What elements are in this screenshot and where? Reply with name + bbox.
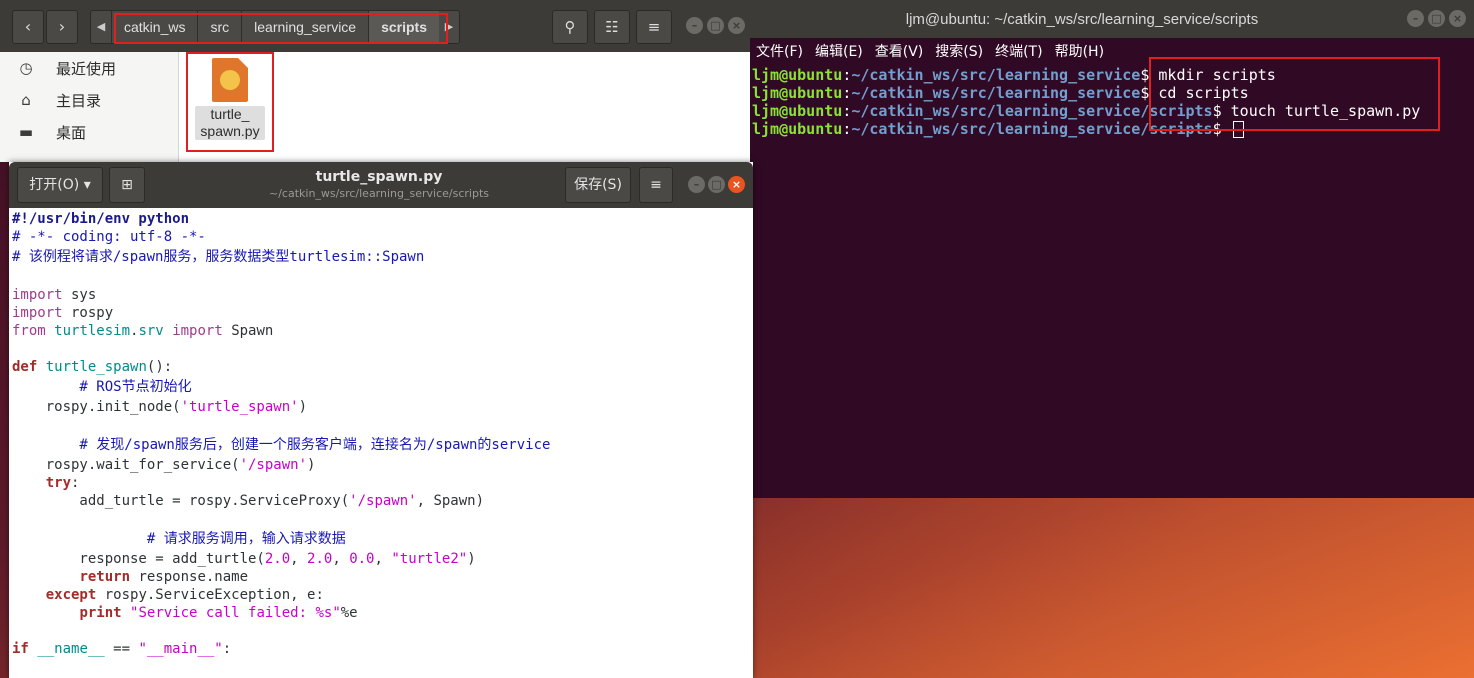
terminal-title: ljm@ubuntu: ~/catkin_ws/src/learning_ser…	[905, 10, 1259, 28]
sidebar-item-desktop[interactable]: ▬ 桌面	[0, 116, 178, 148]
maximize-icon[interactable]: □	[708, 176, 725, 193]
view-toggle-button[interactable]: ☷	[594, 10, 630, 44]
maximize-icon[interactable]: □	[707, 17, 724, 34]
file-manager-sidebar: ◷ 最近使用 ⌂ 主目录 ▬ 桌面	[0, 52, 179, 162]
new-tab-button[interactable]: ⊞	[109, 167, 145, 203]
code-line: # 该例程将请求/spawn服务，服务数据类型turtlesim::Spawn	[12, 249, 425, 265]
code-line: rospy.wait_for_service('/spawn')	[12, 457, 316, 473]
document-title-area: turtle_spawn.py ~/catkin_ws/src/learning…	[249, 169, 509, 200]
minimize-icon[interactable]: –	[688, 176, 705, 193]
close-icon[interactable]: ×	[728, 176, 745, 193]
new-document-icon: ⊞	[121, 177, 133, 193]
file-name-label: turtle_ spawn.py	[195, 106, 265, 140]
minimize-icon[interactable]: –	[686, 17, 703, 34]
search-icon: ⚲	[564, 18, 576, 36]
folder-icon: ▬	[18, 123, 34, 141]
code-line: # 发现/spawn服务后，创建一个服务客户端，连接名为/spawn的servi…	[12, 437, 551, 453]
sidebar-item-recent[interactable]: ◷ 最近使用	[0, 52, 178, 84]
menu-terminal[interactable]: 终端(T)	[995, 41, 1042, 61]
hamburger-icon: ≡	[647, 18, 661, 36]
save-button[interactable]: 保存(S)	[565, 167, 631, 203]
code-line: if __name__ == "__main__":	[12, 641, 232, 657]
chevron-left-icon: ‹	[24, 17, 32, 36]
text-editor-window[interactable]: 打开(O) ▾ ⊞ turtle_spawn.py ~/catkin_ws/sr…	[9, 162, 753, 678]
back-button[interactable]: ‹	[12, 10, 44, 44]
sidebar-item-home[interactable]: ⌂ 主目录	[0, 84, 178, 116]
menu-file[interactable]: 文件(F)	[756, 41, 803, 61]
file-manager-header: ‹ › ◀ catkin_ws src learning_service scr…	[0, 0, 750, 52]
breadcrumb-left-arrow-icon[interactable]: ◀	[91, 11, 111, 43]
minimize-icon[interactable]: –	[1407, 10, 1424, 27]
terminal-titlebar[interactable]: ljm@ubuntu: ~/catkin_ws/src/learning_ser…	[750, 0, 1474, 38]
home-icon: ⌂	[21, 91, 31, 109]
chevron-right-icon: ›	[58, 17, 66, 36]
file-item-turtle-spawn[interactable]: turtle_ spawn.py	[186, 52, 274, 152]
list-view-icon: ☷	[605, 18, 619, 36]
document-title: turtle_spawn.py	[315, 169, 443, 185]
code-line: except rospy.ServiceException, e:	[45, 587, 324, 603]
code-line: # ROS节点初始化	[12, 379, 192, 395]
code-line: return response.name	[79, 569, 249, 585]
code-line: try:	[45, 475, 80, 491]
annotation-highlight-box	[1149, 57, 1440, 131]
close-icon[interactable]: ×	[1449, 10, 1466, 27]
code-line: response = add_turtle(2.0, 2.0, 0.0, "tu…	[12, 551, 476, 567]
menu-edit[interactable]: 编辑(E)	[815, 41, 863, 61]
menu-search[interactable]: 搜索(S)	[935, 41, 983, 61]
clock-icon: ◷	[19, 59, 33, 77]
code-line: add_turtle = rospy.ServiceProxy('/spawn'…	[12, 493, 485, 509]
maximize-icon[interactable]: □	[1428, 10, 1445, 27]
file-manager-window[interactable]: ‹ › ◀ catkin_ws src learning_service scr…	[0, 0, 750, 162]
menu-button[interactable]: ≡	[636, 10, 672, 44]
code-line: #!/usr/bin/env python	[12, 211, 190, 227]
menu-help[interactable]: 帮助(H)	[1055, 41, 1104, 61]
code-line: def turtle_spawn():	[12, 359, 173, 375]
terminal-window[interactable]: ljm@ubuntu: ~/catkin_ws/src/learning_ser…	[750, 0, 1474, 498]
code-line: rospy.init_node('turtle_spawn')	[12, 399, 308, 415]
forward-button[interactable]: ›	[46, 10, 78, 44]
close-icon[interactable]: ×	[728, 17, 745, 34]
code-line: print "Service call failed: %s"%e	[79, 605, 358, 621]
python-file-icon	[212, 58, 248, 102]
open-button[interactable]: 打开(O) ▾	[17, 167, 103, 203]
code-line: import sys	[12, 287, 97, 303]
caret-down-icon: ▾	[83, 177, 91, 193]
text-editor-header: 打开(O) ▾ ⊞ turtle_spawn.py ~/catkin_ws/sr…	[9, 162, 753, 208]
code-line: # -*- coding: utf-8 -*-	[12, 229, 206, 245]
code-editor[interactable]: #!/usr/bin/env python # -*- coding: utf-8…	[9, 208, 753, 658]
menu-button[interactable]: ≡	[639, 167, 673, 203]
code-line: # 请求服务调用，输入请求数据	[12, 531, 346, 547]
annotation-highlight-box	[114, 13, 448, 44]
menu-view[interactable]: 查看(V)	[875, 41, 924, 61]
code-line: import rospy	[12, 305, 114, 321]
hamburger-icon: ≡	[650, 177, 662, 193]
search-button[interactable]: ⚲	[552, 10, 588, 44]
code-line: from turtlesim.srv import Spawn	[12, 323, 274, 339]
document-path: ~/catkin_ws/src/learning_service/scripts	[269, 187, 489, 200]
